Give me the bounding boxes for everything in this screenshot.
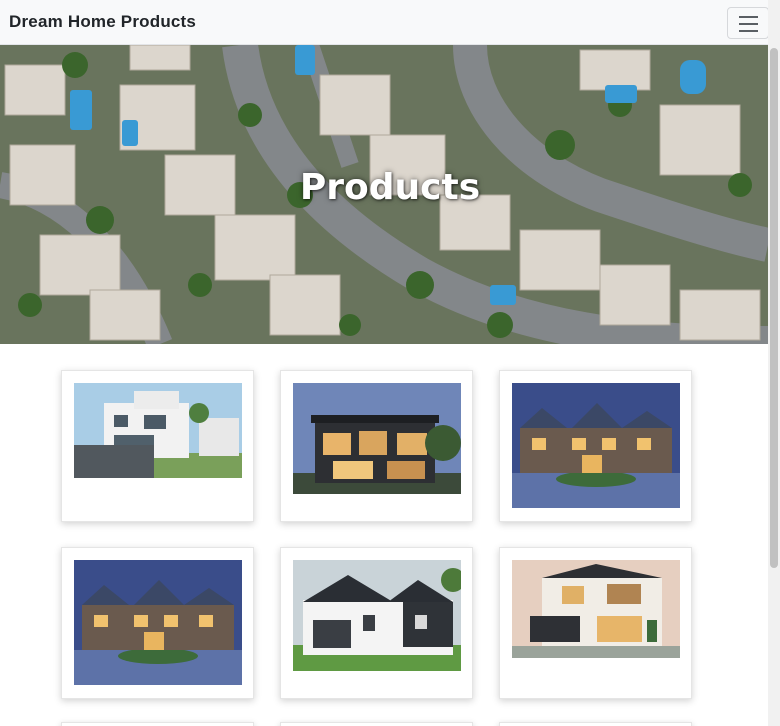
navbar-toggle-button[interactable] — [727, 7, 769, 39]
two-storey-modern-house-photo — [512, 560, 680, 658]
product-image[interactable] — [512, 383, 680, 508]
product-card[interactable] — [280, 370, 473, 522]
page: Dream Home Products Products — [0, 0, 780, 726]
product-card[interactable] — [280, 547, 473, 699]
stone-mansion-dusk-photo-2 — [74, 560, 242, 685]
hero-banner: Products — [0, 45, 768, 344]
product-image[interactable] — [512, 560, 680, 658]
product-card[interactable] — [61, 722, 254, 726]
white-modern-house-photo — [74, 383, 242, 478]
page-scrollbar[interactable] — [768, 0, 780, 726]
hero-title: Products — [299, 167, 481, 208]
product-image[interactable] — [74, 560, 242, 685]
scrollbar-thumb[interactable] — [770, 48, 778, 568]
stone-mansion-dusk-photo — [512, 383, 680, 508]
product-image[interactable] — [293, 383, 461, 494]
navbar: Dream Home Products — [0, 0, 769, 45]
product-image[interactable] — [293, 560, 461, 671]
hamburger-menu-icon — [739, 16, 758, 18]
product-card[interactable] — [499, 547, 692, 699]
product-card[interactable] — [61, 370, 254, 522]
product-card[interactable] — [61, 547, 254, 699]
white-farmhouse-photo — [293, 560, 461, 671]
dark-modern-house-photo — [293, 383, 461, 494]
product-image[interactable] — [74, 383, 242, 478]
product-card[interactable] — [499, 370, 692, 522]
navbar-brand[interactable]: Dream Home Products — [9, 12, 196, 32]
product-card[interactable] — [280, 722, 473, 726]
product-card[interactable] — [499, 722, 692, 726]
